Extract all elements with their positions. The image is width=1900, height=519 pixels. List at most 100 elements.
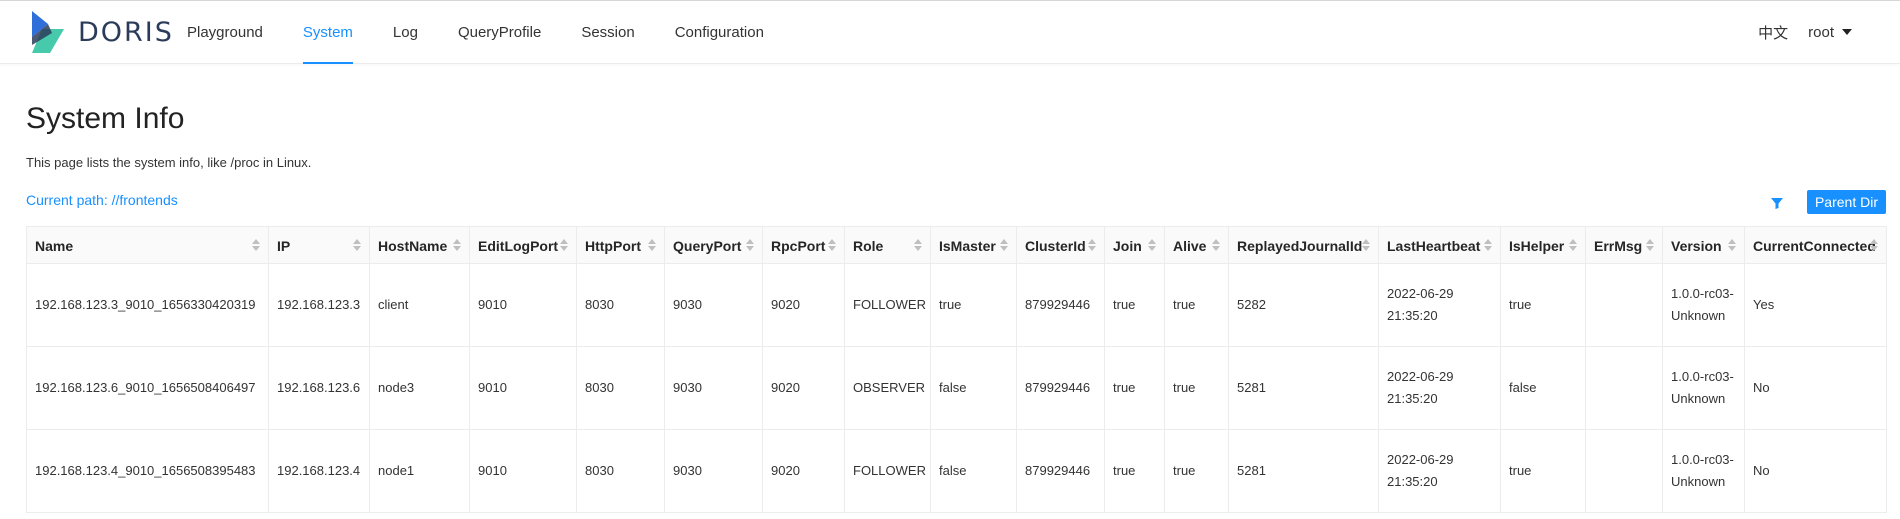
- column-header-clusterid[interactable]: ClusterId: [1016, 226, 1105, 264]
- cell-hostname: node1: [369, 429, 470, 513]
- cell-errmsg: [1585, 346, 1663, 430]
- column-header-role[interactable]: Role: [844, 226, 931, 264]
- sort-icon[interactable]: [828, 239, 836, 251]
- sort-ascending-icon: [453, 239, 461, 244]
- table-row: 192.168.123.6_9010_1656508406497 192.168.…: [26, 346, 1887, 430]
- cell-queryport: 9030: [664, 346, 763, 430]
- column-header-ismaster[interactable]: IsMaster: [930, 226, 1017, 264]
- sort-icon[interactable]: [252, 239, 260, 251]
- sort-descending-icon: [1212, 246, 1220, 251]
- column-header-httpport[interactable]: HttpPort: [576, 226, 665, 264]
- column-header-version[interactable]: Version: [1662, 226, 1745, 264]
- language-switch[interactable]: 中文: [1758, 22, 1788, 43]
- sort-descending-icon: [1148, 246, 1156, 251]
- sort-icon[interactable]: [560, 239, 568, 251]
- main-nav: Playground System Log QueryProfile Sessi…: [187, 1, 804, 64]
- column-header-join[interactable]: Join: [1104, 226, 1165, 264]
- column-header-label: Join: [1113, 237, 1142, 254]
- sort-ascending-icon: [828, 239, 836, 244]
- sort-icon[interactable]: [746, 239, 754, 251]
- nav-session[interactable]: Session: [581, 1, 634, 63]
- cell-clusterid: 879929446: [1016, 263, 1105, 347]
- nav-configuration[interactable]: Configuration: [675, 1, 764, 63]
- sort-descending-icon: [1484, 246, 1492, 251]
- cell-replayedjournalid: 5281: [1228, 346, 1379, 430]
- column-header-label: ClusterId: [1025, 237, 1086, 254]
- cell-join: true: [1104, 429, 1165, 513]
- column-header-label: HttpPort: [585, 237, 641, 254]
- cell-editlogport: 9010: [469, 263, 577, 347]
- cell-role: OBSERVER: [844, 346, 931, 430]
- sort-icon[interactable]: [1569, 239, 1577, 251]
- column-header-ishelper[interactable]: IsHelper: [1500, 226, 1586, 264]
- current-path-link[interactable]: Current path: //frontends: [26, 192, 178, 208]
- column-header-replayedjournalid[interactable]: ReplayedJournalId: [1228, 226, 1379, 264]
- system-info-table: Name IP HostName EditLogPort HttpPort QueryPo…: [26, 226, 1887, 513]
- cell-currentconnected: No: [1744, 346, 1887, 430]
- sort-icon[interactable]: [914, 239, 922, 251]
- sort-icon[interactable]: [1148, 239, 1156, 251]
- nav-playground[interactable]: Playground: [187, 1, 263, 63]
- doris-logo[interactable]: DORIS: [28, 9, 174, 55]
- column-header-editlogport[interactable]: EditLogPort: [469, 226, 577, 264]
- sort-icon[interactable]: [1484, 239, 1492, 251]
- sort-icon[interactable]: [1000, 239, 1008, 251]
- sort-icon[interactable]: [453, 239, 461, 251]
- column-header-name[interactable]: Name: [26, 226, 269, 264]
- cell-alive: true: [1164, 346, 1229, 430]
- column-header-alive[interactable]: Alive: [1164, 226, 1229, 264]
- user-name: root: [1808, 23, 1834, 41]
- sort-ascending-icon: [746, 239, 754, 244]
- sort-icon[interactable]: [1728, 239, 1736, 251]
- sort-icon[interactable]: [1362, 239, 1370, 251]
- page-title: System Info: [26, 102, 185, 135]
- sort-ascending-icon: [648, 239, 656, 244]
- sort-ascending-icon: [1569, 239, 1577, 244]
- sort-icon[interactable]: [353, 239, 361, 251]
- sort-ascending-icon: [1728, 239, 1736, 244]
- cell-version: 1.0.0-rc03-Unknown: [1662, 429, 1745, 513]
- column-header-ip[interactable]: IP: [268, 226, 370, 264]
- cell-lastheartbeat: 2022-06-29 21:35:20: [1378, 346, 1501, 430]
- sort-descending-icon: [1728, 246, 1736, 251]
- cell-ip: 192.168.123.4: [268, 429, 370, 513]
- parent-dir-button[interactable]: Parent Dir: [1806, 190, 1886, 214]
- nav-queryprofile[interactable]: QueryProfile: [458, 1, 541, 63]
- sort-ascending-icon: [914, 239, 922, 244]
- column-header-hostname[interactable]: HostName: [369, 226, 470, 264]
- filter-icon[interactable]: [1770, 196, 1784, 215]
- cell-clusterid: 879929446: [1016, 429, 1105, 513]
- column-header-label: CurrentConnected: [1753, 237, 1876, 254]
- cell-editlogport: 9010: [469, 429, 577, 513]
- cell-ip: 192.168.123.3: [268, 263, 370, 347]
- nav-system[interactable]: System: [302, 1, 353, 64]
- sort-icon[interactable]: [648, 239, 656, 251]
- column-header-queryport[interactable]: QueryPort: [664, 226, 763, 264]
- column-header-currentconnected[interactable]: CurrentConnected: [1744, 226, 1887, 264]
- column-header-rpcport[interactable]: RpcPort: [762, 226, 845, 264]
- user-menu[interactable]: root: [1808, 24, 1852, 41]
- sort-descending-icon: [453, 246, 461, 251]
- column-header-label: HostName: [378, 237, 448, 254]
- cell-name: 192.168.123.6_9010_1656508406497: [26, 346, 269, 430]
- cell-role: FOLLOWER: [844, 263, 931, 347]
- cell-httpport: 8030: [576, 346, 665, 430]
- cell-join: true: [1104, 263, 1165, 347]
- column-header-label: RpcPort: [771, 237, 826, 254]
- sort-descending-icon: [252, 246, 260, 251]
- column-header-errmsg[interactable]: ErrMsg: [1585, 226, 1663, 264]
- sort-icon[interactable]: [1088, 239, 1096, 251]
- cell-queryport: 9030: [664, 263, 763, 347]
- sort-icon[interactable]: [1212, 239, 1220, 251]
- cell-replayedjournalid: 5281: [1228, 429, 1379, 513]
- nav-log[interactable]: Log: [393, 1, 418, 63]
- sort-icon[interactable]: [1646, 239, 1654, 251]
- cell-name: 192.168.123.4_9010_1656508395483: [26, 429, 269, 513]
- cell-ishelper: true: [1500, 263, 1586, 347]
- column-header-lastheartbeat[interactable]: LastHeartbeat: [1378, 226, 1501, 264]
- sort-icon[interactable]: [1870, 239, 1878, 251]
- cell-currentconnected: No: [1744, 429, 1887, 513]
- doris-logo-icon: [32, 11, 64, 53]
- caret-down-icon: [1842, 29, 1852, 35]
- main-content: System Info This page lists the system i…: [0, 100, 1900, 513]
